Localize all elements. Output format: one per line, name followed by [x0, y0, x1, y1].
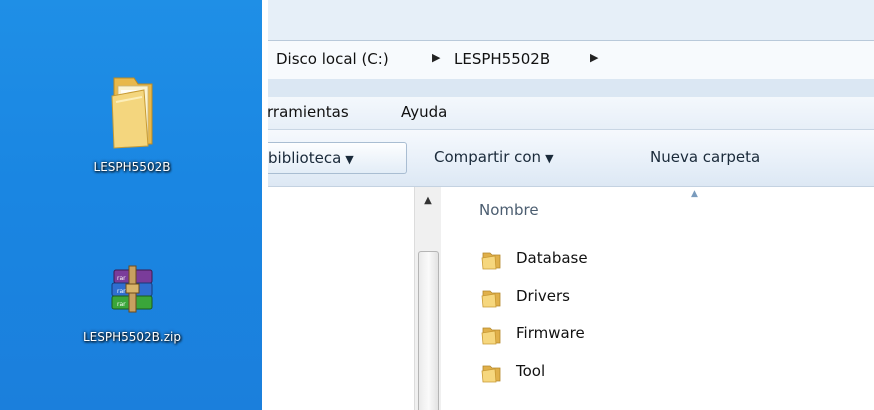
breadcrumb-separator-icon[interactable]: ▶: [432, 51, 440, 64]
share-with-button[interactable]: Compartir con ▼: [434, 142, 554, 172]
folder-icon: [481, 365, 501, 383]
navigation-pane[interactable]: [268, 187, 414, 410]
address-bar-lower: [268, 79, 874, 97]
svg-text:rar: rar: [117, 301, 126, 308]
column-header-name[interactable]: Nombre: [479, 201, 539, 219]
scroll-up-arrow-icon[interactable]: ▲: [415, 193, 441, 209]
file-name: Database: [516, 249, 588, 267]
library-button-label: biblioteca: [268, 149, 342, 167]
desktop-item-label: LESPH5502B: [93, 160, 171, 174]
svg-text:rar: rar: [117, 288, 126, 295]
command-bar: biblioteca ▼ Compartir con ▼ Nueva carpeta: [268, 130, 874, 187]
svg-text:rar: rar: [117, 275, 126, 282]
file-name: Drivers: [516, 287, 570, 305]
breadcrumb-separator-icon[interactable]: ▶: [590, 51, 598, 64]
window-chrome: [268, 0, 874, 40]
desktop-item-zip[interactable]: rar rar rar LESPH5502B.zip: [62, 262, 202, 345]
chevron-down-icon: ▼: [545, 152, 554, 165]
file-list: ▲ Nombre Database Drivers Firmware Tool: [441, 187, 874, 410]
nav-scrollbar[interactable]: ▲: [414, 187, 442, 410]
menu-herramientas[interactable]: rramientas: [268, 103, 349, 121]
folder-icon: [481, 327, 501, 345]
sort-ascending-icon: ▲: [691, 189, 698, 199]
scroll-thumb[interactable]: [418, 251, 439, 410]
chevron-down-icon: ▼: [345, 153, 354, 166]
desktop-item-label: LESPH5502B.zip: [83, 330, 181, 344]
folder-icon: [481, 252, 501, 270]
explorer-window: Disco local (C:) ▶ LESPH5502B ▶ rramient…: [268, 0, 874, 410]
menu-bar: rramientas Ayuda: [268, 97, 874, 130]
breadcrumb-folder[interactable]: LESPH5502B: [454, 50, 550, 68]
desktop-item-folder[interactable]: LESPH5502B: [62, 72, 202, 175]
file-name: Firmware: [516, 324, 585, 342]
menu-ayuda[interactable]: Ayuda: [401, 103, 447, 121]
new-folder-button[interactable]: Nueva carpeta: [650, 142, 760, 172]
file-name: Tool: [516, 362, 546, 380]
include-in-library-button[interactable]: biblioteca ▼: [268, 142, 407, 174]
new-folder-label: Nueva carpeta: [650, 148, 761, 166]
folder-icon: [481, 290, 501, 308]
address-bar[interactable]: Disco local (C:) ▶ LESPH5502B ▶: [268, 40, 874, 80]
breadcrumb-disco-local[interactable]: Disco local (C:): [276, 50, 389, 68]
desktop-panel: LESPH5502B rar rar rar LESPH5502B.zip: [0, 0, 262, 410]
share-button-label: Compartir con: [434, 148, 542, 166]
folder-icon: [111, 77, 153, 149]
winrar-archive-icon: rar rar rar: [111, 265, 153, 313]
